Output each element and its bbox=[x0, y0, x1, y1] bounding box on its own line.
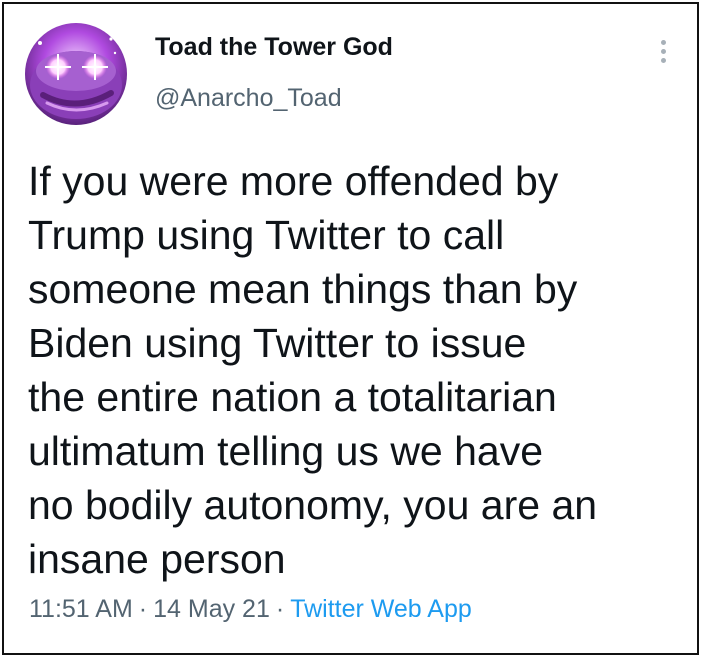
author-handle[interactable]: @Anarcho_Toad bbox=[155, 82, 342, 114]
tweet-text: If you were more offended by Trump using… bbox=[28, 158, 598, 582]
more-dot bbox=[661, 40, 666, 45]
tweet-date[interactable]: 14 May 21 bbox=[153, 595, 270, 623]
meta-separator: · bbox=[275, 595, 285, 623]
more-options-icon[interactable] bbox=[650, 34, 678, 70]
meta-separator: · bbox=[138, 595, 148, 623]
author-display-name[interactable]: Toad the Tower God bbox=[155, 31, 393, 63]
more-dot bbox=[661, 49, 666, 54]
pepe-frog-avatar-icon[interactable] bbox=[25, 23, 127, 125]
tweet-card: Toad the Tower God @Anarcho_Toad If you … bbox=[2, 2, 699, 655]
tweet-time[interactable]: 11:51 AM bbox=[29, 595, 133, 623]
tweet-source-link[interactable]: Twitter Web App bbox=[290, 595, 472, 623]
more-dot bbox=[661, 58, 666, 63]
tweet-meta: 11:51 AM · 14 May 21 · Twitter Web App bbox=[29, 593, 472, 625]
